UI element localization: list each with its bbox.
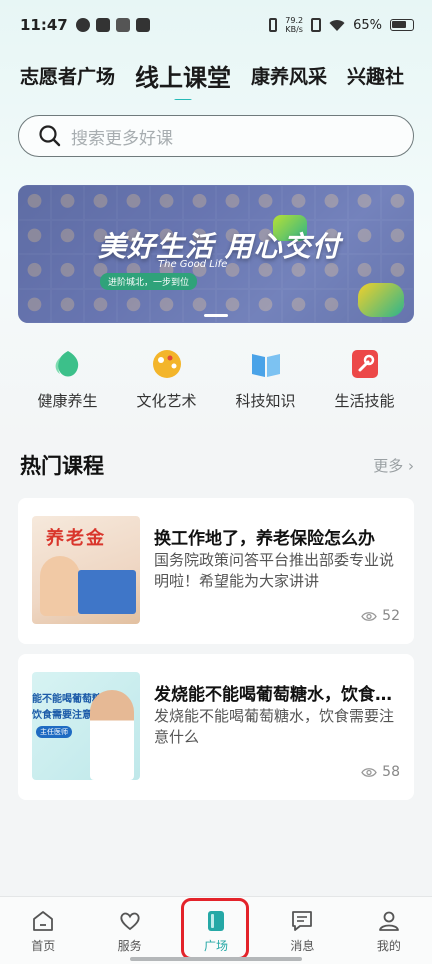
category-tech-label: 科技知识 — [235, 392, 296, 410]
status-right: 79.2 KB/s 65% — [269, 16, 414, 34]
course-description: 发烧能不能喝葡萄糖水，饮食需要注意什么 — [154, 707, 395, 746]
nav-home-label: 首页 — [31, 939, 56, 953]
notification-icons — [75, 18, 150, 32]
tab-interest-club[interactable]: 兴趣社 — [347, 62, 404, 89]
nav-message-label: 消息 — [290, 939, 315, 953]
search-placeholder: 搜索更多好课 — [71, 128, 173, 149]
chat-notification-icon — [135, 18, 150, 32]
home-indicator — [130, 957, 302, 961]
battery-percent: 65% — [353, 17, 382, 33]
category-culture-art-label: 文化艺术 — [136, 392, 197, 410]
nav-profile-label: 我的 — [376, 939, 401, 953]
book-icon — [251, 354, 280, 377]
thumbnail-doctor-illustration — [90, 690, 134, 780]
course-card[interactable]: 能不能喝葡萄糖 饮食需要注意什么 主任医师 发烧能不能喝葡萄糖水，饮食需要注意什… — [18, 654, 414, 800]
app-notification-icon — [115, 18, 130, 32]
banner-dot-active — [204, 314, 228, 317]
status-time: 11:47 — [20, 16, 68, 34]
course-title: 发烧能不能喝葡萄糖水，饮食需要注意什么 — [154, 685, 402, 705]
tab-online-classroom[interactable]: 线上课堂 — [135, 58, 231, 93]
check-notification-icon — [75, 18, 90, 32]
more-link[interactable]: 更多 › — [373, 455, 414, 476]
course-categories: 健康养生 文化艺术 科技知识 生活技能 — [18, 348, 414, 418]
more-label: 更多 — [373, 457, 404, 475]
wrench-icon — [351, 350, 378, 378]
course-card[interactable]: 养老金 换工作地了，养老保险怎么办 国务院政策问答平台推出部委专业说明啦！希望能… — [18, 498, 414, 644]
net-speed-unit: KB/s — [285, 25, 303, 34]
views-count: 58 — [382, 764, 400, 780]
banner-decoration-icon — [358, 283, 404, 317]
thumbnail-text: 养老金 — [46, 528, 106, 549]
palette-icon — [152, 350, 181, 378]
search-icon — [39, 125, 61, 147]
thumbnail-booklet-illustration — [78, 570, 136, 614]
vibrate-icon — [269, 18, 278, 32]
category-life-skills-label: 生活技能 — [334, 392, 395, 410]
course-thumbnail: 能不能喝葡萄糖 饮食需要注意什么 主任医师 — [32, 672, 140, 780]
banner-subtitle-en: The Good Life — [158, 259, 228, 270]
course-description: 国务院政策问答平台推出部委专业说明啦！希望能为大家讲讲 — [154, 551, 395, 590]
hot-courses-title: 热门课程 — [20, 454, 104, 478]
nav-home[interactable]: 首页 — [0, 897, 86, 964]
leaf-icon — [55, 351, 78, 377]
category-health[interactable]: 健康养生 — [18, 348, 117, 418]
tab-wellness-showcase[interactable]: 康养风采 — [251, 62, 327, 89]
highlight-annotation — [181, 898, 249, 960]
nav-service[interactable]: 服务 — [86, 897, 172, 964]
category-tabs: 志愿者广场 线上课堂 康养风采 兴趣社 — [0, 50, 432, 100]
battery-icon — [390, 19, 414, 31]
tab-volunteer-square[interactable]: 志愿者广场 — [20, 62, 115, 89]
eye-icon — [361, 611, 377, 621]
category-tech[interactable]: 科技知识 — [216, 348, 315, 418]
course-views: 52 — [361, 608, 400, 624]
user-icon — [378, 911, 399, 931]
category-health-label: 健康养生 — [37, 392, 98, 410]
nav-service-label: 服务 — [117, 939, 142, 953]
category-life-skills[interactable]: 生活技能 — [315, 348, 414, 418]
category-culture-art[interactable]: 文化艺术 — [117, 348, 216, 418]
home-icon — [33, 911, 54, 931]
net-speed-value: 79.2 — [285, 16, 304, 25]
course-title: 换工作地了，养老保险怎么办 — [154, 529, 375, 549]
thumbnail-tag: 主任医师 — [36, 726, 72, 738]
nav-profile[interactable]: 我的 — [346, 897, 432, 964]
net-speed: 79.2 KB/s — [285, 16, 303, 34]
chevron-right-icon: › — [408, 457, 414, 475]
wifi-icon — [329, 19, 345, 31]
heart-icon — [119, 912, 140, 931]
nav-message[interactable]: 消息 — [259, 897, 345, 964]
course-thumbnail: 养老金 — [32, 516, 140, 624]
status-bar: 11:47 79.2 KB/s 65% — [0, 0, 432, 50]
play-notification-icon — [95, 18, 110, 32]
thumbnail-person-illustration — [40, 556, 80, 616]
banner-subtitle: 进阶城北，一步到位 — [100, 273, 198, 290]
banner-pagination — [18, 314, 414, 317]
promo-banner[interactable]: 美好生活 用心交付 The Good Life 进阶城北，一步到位 — [18, 185, 414, 323]
message-icon — [292, 911, 313, 931]
no-sim-icon — [311, 18, 322, 32]
views-count: 52 — [382, 608, 400, 624]
eye-icon — [361, 767, 377, 777]
search-bar[interactable]: 搜索更多好课 — [18, 115, 414, 157]
course-views: 58 — [361, 764, 400, 780]
